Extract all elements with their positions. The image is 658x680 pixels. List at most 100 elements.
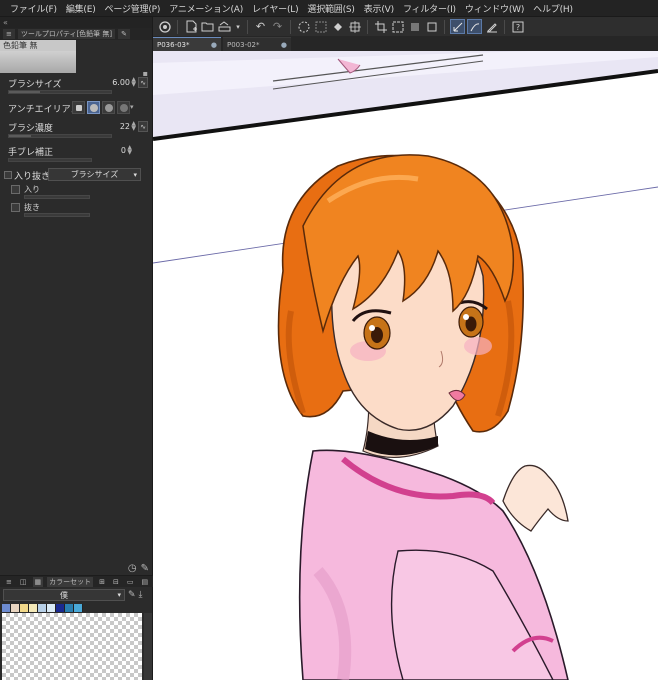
chevron-down-icon: ▾: [117, 591, 121, 599]
wrench-icon[interactable]: ✎: [128, 590, 136, 600]
menu-item-1[interactable]: 編集(E): [64, 2, 103, 15]
separator: [247, 19, 248, 34]
import-icon[interactable]: ⤓: [139, 590, 143, 600]
swatch-scrollbar[interactable]: [144, 613, 152, 680]
collapse-icon[interactable]: «: [3, 18, 8, 27]
palette-icon[interactable]: ▦: [32, 576, 44, 587]
menu-item-4[interactable]: レイヤー(L): [250, 2, 305, 15]
brush-size-slider[interactable]: [8, 90, 112, 94]
tab-p003-02[interactable]: P003-02* ●: [223, 37, 291, 51]
menu-item-0[interactable]: ファイル(F): [8, 2, 64, 15]
snap-ruler-icon[interactable]: [450, 19, 465, 34]
hand: [502, 464, 569, 532]
fill-bucket-icon[interactable]: [330, 19, 345, 34]
brush-size-value[interactable]: 6.00: [112, 78, 130, 87]
color-swatch[interactable]: [11, 604, 20, 612]
antialias-strong-icon[interactable]: [117, 101, 130, 114]
color-set-select[interactable]: 僕 ▾: [3, 589, 125, 601]
lasso-icon[interactable]: [390, 19, 405, 34]
taper-expand-icon[interactable]: [4, 171, 12, 179]
start-checkbox[interactable]: [11, 185, 20, 194]
save-icon[interactable]: [217, 19, 232, 34]
end-row: 抜き: [0, 201, 152, 219]
redo-icon[interactable]: ↷: [270, 19, 285, 34]
wrench-icon[interactable]: ✎: [141, 563, 149, 574]
chevron-down-icon[interactable]: ▾: [130, 103, 134, 111]
tool-name: 色鉛筆 無: [0, 40, 76, 51]
spinner-icon[interactable]: ▲ ▼: [127, 145, 132, 156]
color-swatch[interactable]: [56, 604, 65, 612]
new-file-icon[interactable]: [183, 19, 198, 34]
help-icon[interactable]: ?: [510, 19, 525, 34]
antialias-row: アンチエイリアス ▾: [0, 99, 152, 119]
color-history-tab-icon[interactable]: ⊞: [97, 577, 107, 587]
taper-label: 入り抜き: [14, 171, 51, 182]
modified-dot-icon[interactable]: ●: [211, 41, 217, 49]
right-eye-highlight: [463, 314, 469, 320]
menu-item-5[interactable]: 選択範囲(S): [305, 2, 361, 15]
crop-icon[interactable]: [373, 19, 388, 34]
pressure-toggle-button[interactable]: ∿: [138, 77, 148, 88]
layer-tab-icon[interactable]: ⊟: [111, 577, 121, 587]
dropdown-icon[interactable]: ▾: [234, 19, 242, 34]
left-eye-highlight: [369, 325, 375, 331]
modified-dot-icon[interactable]: ●: [281, 41, 287, 49]
start-slider[interactable]: [24, 195, 90, 199]
menu-item-8[interactable]: ウィンドウ(W): [463, 2, 531, 15]
color-swatch[interactable]: [47, 604, 56, 612]
antialias-medium-icon[interactable]: [102, 101, 115, 114]
transform-icon[interactable]: [347, 19, 362, 34]
menu-item-9[interactable]: ヘルプ(H): [531, 2, 580, 15]
color-swatch[interactable]: [29, 604, 38, 612]
density-value[interactable]: 22: [120, 122, 130, 131]
grid-icon[interactable]: [313, 19, 328, 34]
menu-bar: ファイル(F) 編集(E) ページ管理(P) アニメーション(A) レイヤー(L) 選択範…: [0, 0, 658, 17]
pressure-toggle-button[interactable]: ∿: [138, 121, 148, 132]
end-checkbox[interactable]: [11, 203, 20, 212]
stabilize-slider[interactable]: [8, 158, 92, 162]
separator: [504, 19, 505, 34]
reset-icon[interactable]: ◷: [128, 563, 137, 574]
color-swatch[interactable]: [2, 604, 11, 612]
menu-item-2[interactable]: ページ管理(P): [103, 2, 168, 15]
open-folder-icon[interactable]: [200, 19, 215, 34]
color-swatch[interactable]: [20, 604, 29, 612]
material-tab-icon[interactable]: ▤: [140, 577, 151, 587]
snap-special-icon[interactable]: [467, 19, 482, 34]
loading-icon[interactable]: [296, 19, 311, 34]
tab-p036-03[interactable]: P036-03* ●: [153, 37, 221, 51]
color-wheel-tab-icon[interactable]: ◫: [18, 577, 29, 587]
end-slider[interactable]: [24, 213, 90, 217]
cheek-blush-right: [464, 337, 492, 355]
antialias-weak-icon[interactable]: [87, 101, 100, 114]
color-swatch[interactable]: [38, 604, 47, 612]
density-slider[interactable]: [8, 134, 112, 138]
ruler-edit-icon[interactable]: [484, 19, 499, 34]
undo-icon[interactable]: ↶: [253, 19, 268, 34]
navigator-tab-icon[interactable]: ▭: [125, 577, 136, 587]
tab-tool-property[interactable]: ツールプロパティ[色鉛筆 無]: [17, 29, 116, 39]
drawing-canvas[interactable]: [153, 51, 658, 680]
color-swatches: [2, 604, 83, 612]
fill-square-icon[interactable]: [407, 19, 422, 34]
antialias-none-icon[interactable]: [72, 101, 85, 114]
color-panel-tabs: ≡ ◫ ▦ カラーセット ⊞ ⊟ ▭ ▤: [0, 575, 153, 587]
app-icon[interactable]: [157, 19, 172, 34]
taper-select[interactable]: ブラシサイズ ▾: [48, 168, 141, 181]
color-set-name: 僕: [60, 590, 68, 600]
tab-color-set[interactable]: カラーセット: [47, 576, 94, 587]
color-swatch[interactable]: [65, 604, 74, 612]
panel-grip-icon[interactable]: ≡: [4, 577, 14, 587]
brush-icon[interactable]: ✎: [118, 29, 131, 39]
stabilize-value[interactable]: 0: [121, 146, 126, 155]
menu-item-3[interactable]: アニメーション(A): [167, 2, 250, 15]
spinner-icon[interactable]: ▲ ▼: [131, 121, 136, 132]
spinner-icon[interactable]: ▲ ▼: [131, 77, 136, 88]
color-swatch[interactable]: [74, 604, 83, 612]
menu-item-6[interactable]: 表示(V): [362, 2, 401, 15]
empty-swatch-area[interactable]: [2, 613, 142, 680]
outline-square-icon[interactable]: [424, 19, 439, 34]
tool-panel-grip-icon[interactable]: ≡: [3, 29, 15, 39]
separator: [177, 19, 178, 34]
menu-item-7[interactable]: フィルター(I): [401, 2, 463, 15]
